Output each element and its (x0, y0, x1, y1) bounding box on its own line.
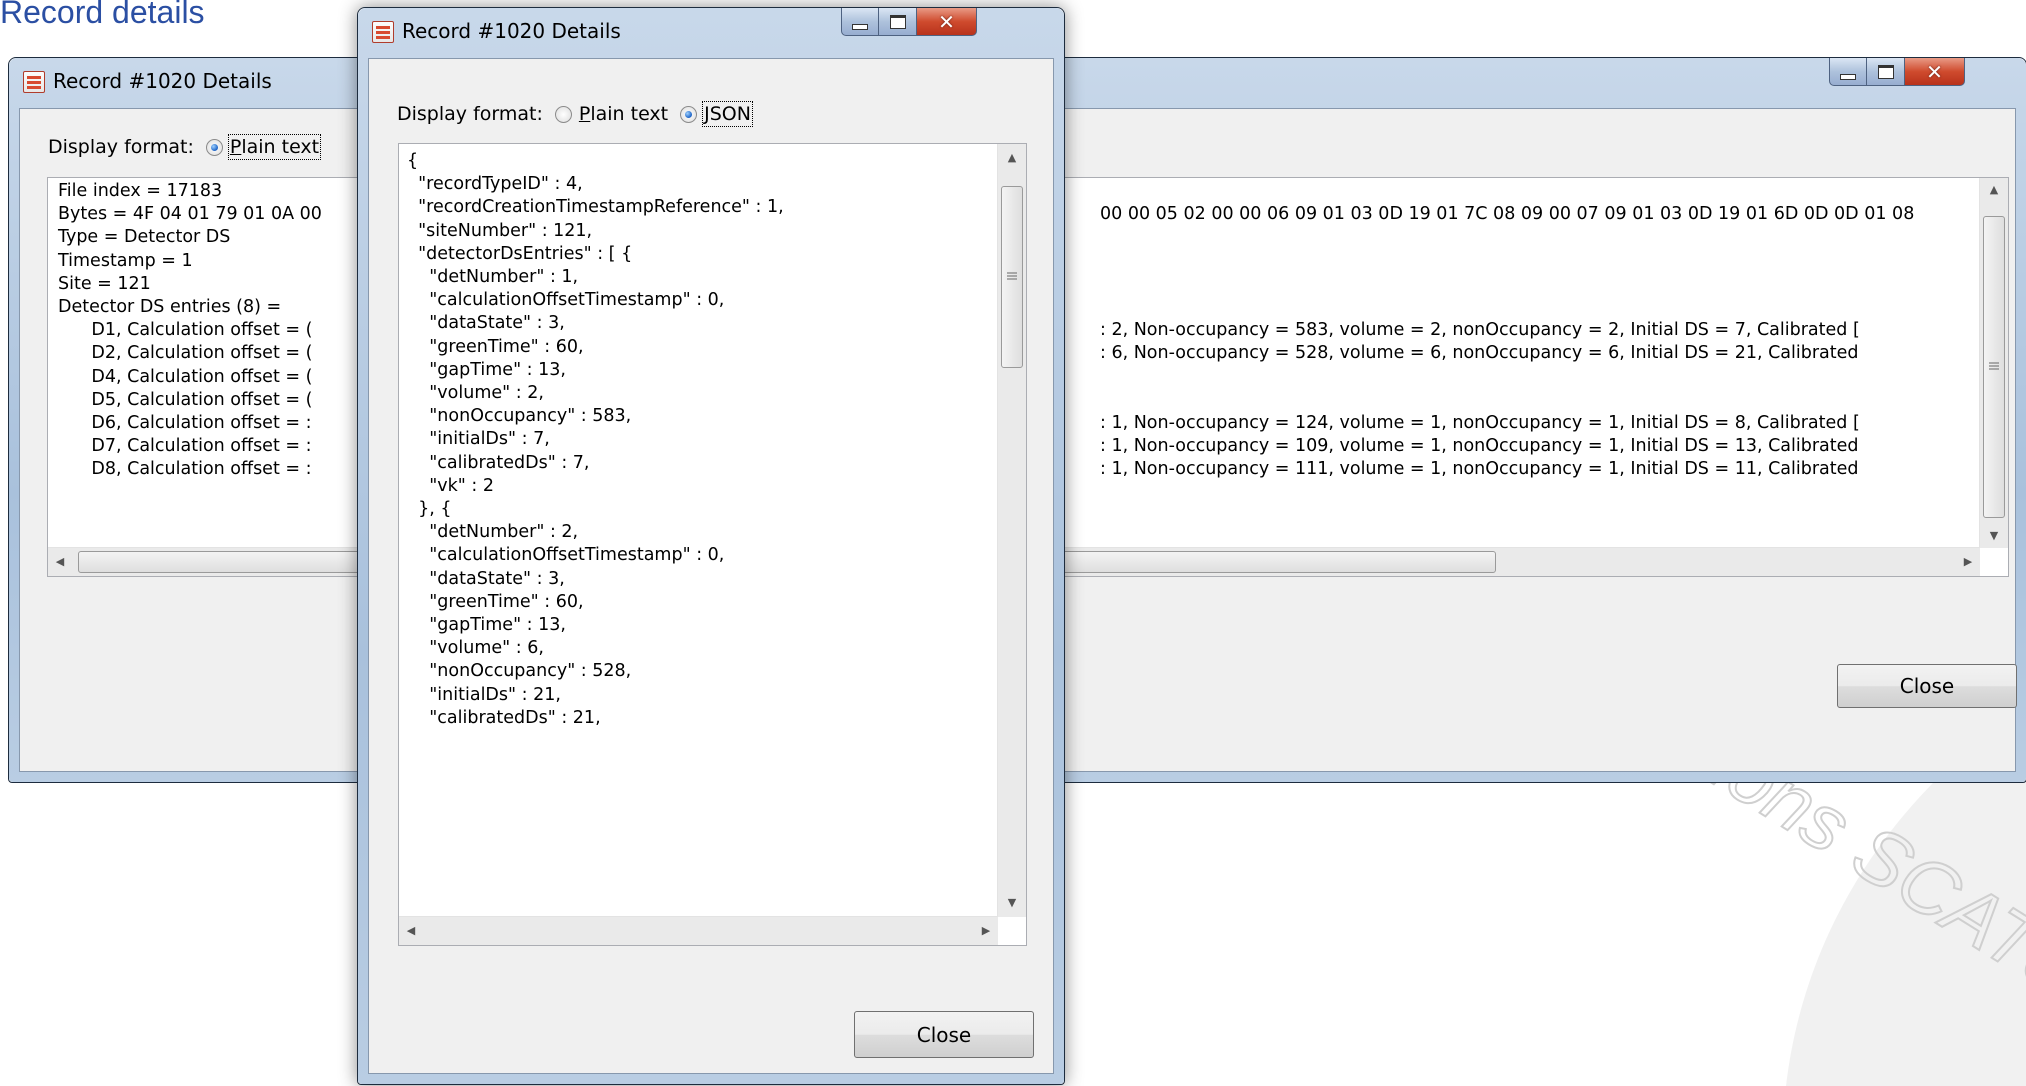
text-line: "detectorDsEntries" : [ { (407, 243, 633, 264)
text-line: Detector DS entries (8) = (58, 297, 282, 318)
text-line: "initialDs" : 7, (407, 429, 550, 450)
text-line: "initialDs" : 21, (407, 684, 561, 705)
front-window-client: Display format: Plain text JSON { "recor… (368, 58, 1054, 1074)
scroll-right-arrow[interactable]: ▶ (974, 919, 998, 943)
text-line: D4, Calculation offset = ( (58, 366, 313, 387)
close-window-button[interactable]: ✕ (1905, 58, 1965, 86)
text-line: "gapTime" : 13, (407, 615, 566, 636)
plain-text-radio[interactable] (205, 138, 223, 156)
close-icon: ✕ (938, 9, 955, 34)
json-radio[interactable] (680, 105, 698, 123)
maximize-button[interactable] (1867, 58, 1905, 86)
text-line: "calculationOffsetTimestamp" : 0, (407, 290, 725, 311)
text-line: "vk" : 2 (407, 475, 494, 496)
text-line: File index = 17183 (58, 181, 223, 201)
text-line: }, { (407, 499, 452, 520)
minimize-icon (1840, 73, 1856, 80)
display-format-label: Display format: (48, 136, 194, 158)
front-vertical-scrollbar[interactable]: ▲ ▼ (997, 144, 1026, 917)
text-line: "greenTime" : 60, (407, 336, 584, 357)
json-output[interactable]: { "recordTypeID" : 4, "recordCreationTim… (398, 143, 1027, 946)
text-line: : 2, Non-occupancy = 583, volume = 2, no… (1100, 320, 1860, 341)
close-icon: ✕ (1926, 59, 1943, 84)
text-line: "calibratedDs" : 7, (407, 452, 590, 473)
display-format-label: Display format: (397, 103, 543, 125)
close-window-button[interactable]: ✕ (917, 8, 977, 36)
text-line: "recordTypeID" : 4, (407, 174, 583, 195)
text-line: D1, Calculation offset = ( (58, 320, 313, 341)
scroll-left-arrow[interactable]: ◀ (48, 550, 72, 574)
maximize-icon (1877, 64, 1894, 79)
text-line: "recordCreationTimestampReference" : 1, (407, 197, 784, 218)
text-line: : 1, Non-occupancy = 111, volume = 1, no… (1100, 459, 1859, 480)
text-line: "volume" : 6, (407, 638, 544, 659)
text-line: { (407, 151, 419, 171)
back-vertical-scrollbar[interactable]: ▲ ▼ (1979, 178, 2008, 548)
json-option-label[interactable]: JSON (702, 101, 753, 127)
minimize-button[interactable] (841, 8, 879, 36)
plain-text-radio[interactable] (554, 105, 572, 123)
text-line: "volume" : 2, (407, 383, 544, 404)
text-line: Type = Detector DS (58, 227, 231, 248)
text-line: D7, Calculation offset = : (58, 436, 312, 457)
text-line: "gapTime" : 13, (407, 359, 566, 380)
text-line: "greenTime" : 60, (407, 591, 584, 612)
front-vertical-thumb[interactable] (1001, 186, 1023, 368)
text-line: "nonOccupancy" : 528, (407, 661, 632, 682)
text-line: ​ (1100, 296, 1914, 319)
minimize-button[interactable] (1829, 58, 1867, 86)
record-details-icon (372, 21, 394, 43)
back-window-title: Record #1020 Details (53, 69, 272, 93)
scroll-up-arrow[interactable]: ▲ (1000, 146, 1024, 170)
text-line: 00 00 05 02 00 00 06 09 01 03 0D 19 01 7… (1100, 204, 1915, 225)
text-line: D5, Calculation offset = ( (58, 389, 313, 410)
text-line: "calibratedDs" : 21, (407, 707, 601, 728)
text-line: ​ (1100, 389, 1914, 412)
text-line: "calculationOffsetTimestamp" : 0, (407, 545, 725, 566)
text-line: "detNumber" : 1, (407, 267, 579, 288)
scroll-down-arrow[interactable]: ▼ (1982, 524, 2006, 548)
text-line: D2, Calculation offset = ( (58, 343, 313, 364)
back-close-button[interactable]: Close (1837, 664, 2017, 708)
text-line: "siteNumber" : 121, (407, 220, 593, 241)
text-line: ​ (1100, 250, 1914, 273)
text-line: ​ (1100, 366, 1914, 389)
front-window-titlebar[interactable]: Record #1020 Details ✕ (358, 8, 1064, 54)
maximize-icon (889, 14, 906, 29)
front-close-button[interactable]: Close (854, 1011, 1034, 1058)
text-line: Timestamp = 1 (58, 250, 193, 271)
back-vertical-thumb[interactable] (1983, 216, 2005, 518)
text-line: Bytes = 4F 04 01 79 01 0A 00 (58, 204, 322, 225)
front-record-details-window: Record #1020 Details ✕ Display format: P… (357, 7, 1065, 1085)
scroll-right-arrow[interactable]: ▶ (1956, 550, 1980, 574)
front-horizontal-scrollbar[interactable]: ◀ ▶ (399, 916, 998, 945)
plain-text-option-label[interactable]: Plain text (579, 103, 668, 125)
record-details-icon (23, 71, 45, 93)
text-line: : 6, Non-occupancy = 528, volume = 6, no… (1100, 343, 1859, 364)
text-line: D8, Calculation offset = : (58, 459, 312, 480)
text-line: : 1, Non-occupancy = 109, volume = 1, no… (1100, 436, 1859, 457)
text-line: "nonOccupancy" : 583, (407, 406, 632, 427)
text-line: ​ (1100, 180, 1914, 203)
slide-title: Record details (0, 0, 205, 30)
text-line: "dataState" : 3, (407, 313, 565, 334)
text-line: : 1, Non-occupancy = 124, volume = 1, no… (1100, 413, 1860, 434)
front-window-title: Record #1020 Details (402, 19, 621, 43)
text-line: "dataState" : 3, (407, 568, 565, 589)
scroll-down-arrow[interactable]: ▼ (1000, 891, 1024, 915)
text-line: "detNumber" : 2, (407, 522, 579, 543)
plain-text-option-label[interactable]: Plain text (227, 134, 322, 160)
scroll-up-arrow[interactable]: ▲ (1982, 178, 2006, 202)
text-line: D6, Calculation offset = : (58, 413, 312, 434)
text-line: Site = 121 (58, 273, 151, 294)
text-line: ​ (1100, 226, 1914, 249)
scroll-left-arrow[interactable]: ◀ (399, 919, 423, 943)
text-line: ​ (1100, 273, 1914, 296)
minimize-icon (852, 23, 868, 30)
maximize-button[interactable] (879, 8, 917, 36)
